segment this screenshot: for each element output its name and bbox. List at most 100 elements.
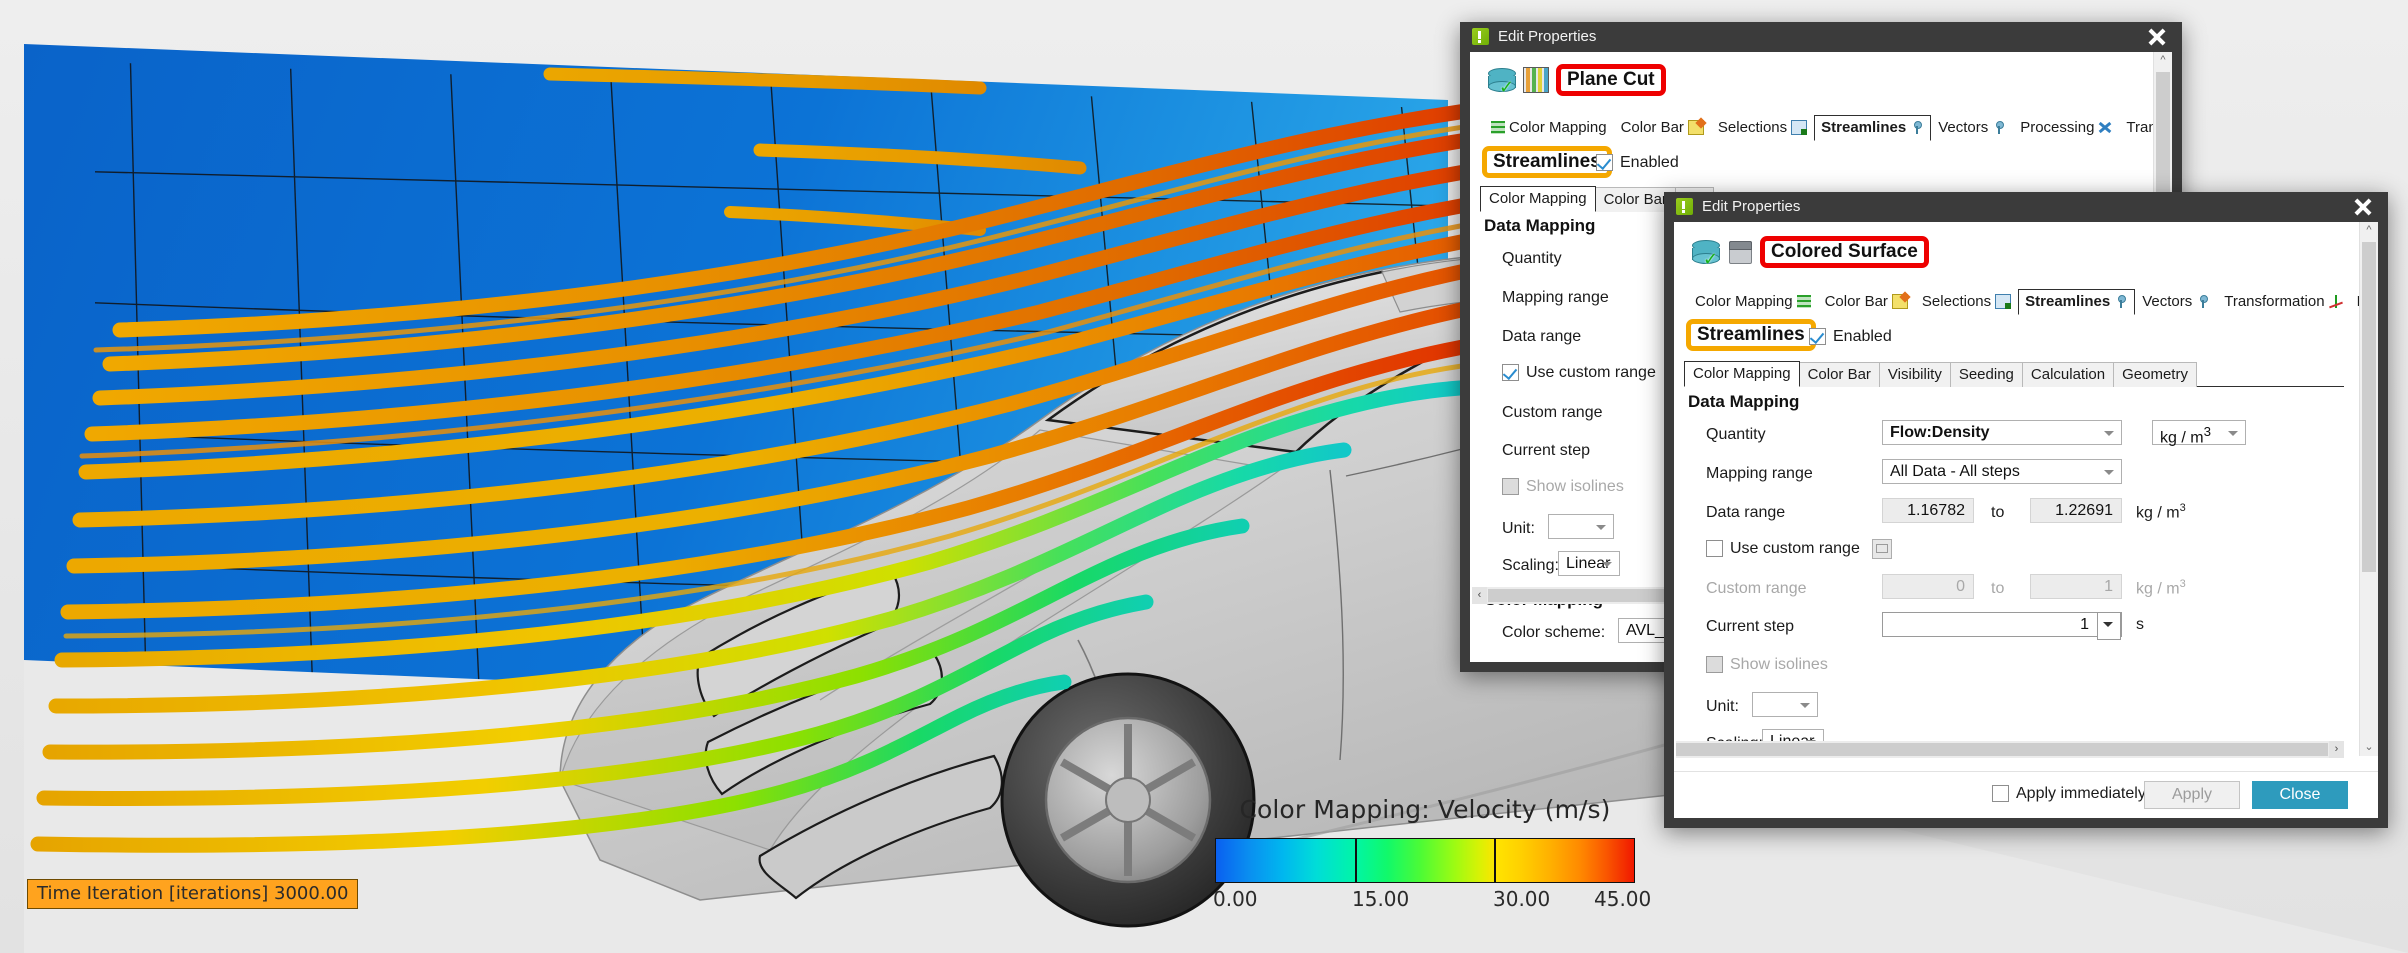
- dialog2-custom-range-to-label: to: [1991, 580, 2004, 598]
- dialog2-range-editor-button[interactable]: [1872, 539, 1892, 559]
- dialog1-scaling-combo[interactable]: Linear: [1558, 551, 1620, 576]
- dialog1-tabstrip[interactable]: Color Mapping Color Bar Selections Strea…: [1484, 114, 2144, 141]
- dialog1-tab-color-mapping[interactable]: Color Mapping: [1484, 115, 1614, 141]
- tab-label: Vectors: [1938, 119, 1988, 136]
- dialog2-subtab-color-mapping[interactable]: Color Mapping: [1684, 361, 1800, 387]
- legend-gradient: [1216, 839, 1634, 882]
- dialog2-use-custom-range-checkbox[interactable]: [1706, 540, 1723, 557]
- dialog2-data-range-unit: kg / m3: [2136, 502, 2186, 522]
- dialog2-quantity-unit: kg / m3: [2160, 424, 2211, 447]
- dialog2-mapping-range-value: All Data - All steps: [1890, 463, 2020, 481]
- dialog2-tab-color-mapping[interactable]: Color Mapping: [1688, 289, 1818, 315]
- dialog1-tab-vectors[interactable]: Vectors: [1931, 115, 2013, 141]
- dialog1-tab-processing[interactable]: Processing: [2013, 115, 2119, 141]
- dialog2-close-button[interactable]: Close: [2252, 781, 2348, 809]
- dialog2-use-custom-range-label: Use custom range: [1730, 540, 1860, 558]
- dialog1-titlebar[interactable]: Edit Properties: [1460, 22, 2182, 52]
- chevron-down-icon: [1800, 703, 1810, 708]
- dialog1-mapping-range-label: Mapping range: [1502, 289, 1609, 307]
- edit-properties-dialog-colored-surface[interactable]: Edit Properties ✓ Colored Surface Color …: [1664, 192, 2388, 828]
- value: 1.22691: [2055, 502, 2113, 520]
- dialog2-object-name: Colored Surface: [1765, 240, 1924, 263]
- dialog2-show-isolines-label: Show isolines: [1730, 656, 1828, 674]
- dialog2-current-step-spinner[interactable]: 1: [1882, 612, 2122, 637]
- tab-label: Selections: [1718, 119, 1787, 136]
- dialog1-streamlines-highlight: Streamlines: [1482, 146, 1612, 178]
- grid-icon: [1491, 121, 1505, 134]
- dialog2-tab-selections[interactable]: Selections: [1915, 289, 2018, 315]
- dialog2-tab-vectors[interactable]: Vectors: [2135, 289, 2217, 315]
- dialog1-show-isolines-checkbox[interactable]: [1502, 478, 1519, 495]
- plane-cut-name-highlight: Plane Cut: [1556, 64, 1666, 96]
- chevron-down-icon: [1596, 525, 1606, 530]
- dialog1-object-header: ✓ Plane Cut: [1488, 64, 1666, 96]
- volume-icon: ✓: [1692, 239, 1720, 265]
- tab-label: Transformation: [2224, 293, 2324, 310]
- dialog2-mapping-range-combo[interactable]: All Data - All steps: [1882, 459, 2122, 484]
- tab-label: Processing: [2020, 119, 2094, 136]
- dialog2-enabled-label: Enabled: [1833, 328, 1892, 346]
- dialog2-custom-range-from: 0: [1882, 574, 1974, 599]
- dialog2-tab-streamlines[interactable]: Streamlines: [2018, 289, 2135, 315]
- grid-icon: [1797, 295, 1811, 308]
- value: 1.16782: [1907, 502, 1965, 520]
- dialog1-data-range-label: Data range: [1502, 328, 1581, 346]
- dialog2-subtab-seeding[interactable]: Seeding: [1950, 362, 2023, 387]
- dialog2-vscrollbar[interactable]: ^ ⌄: [2359, 222, 2378, 756]
- dialog2-title: Edit Properties: [1702, 198, 1800, 215]
- dialog2-custom-range-to: 1: [2030, 574, 2122, 599]
- legend-tick-label-2: 30.00: [1493, 887, 1550, 911]
- dialog1-data-mapping-header: Data Mapping: [1484, 216, 1595, 236]
- app-icon: [1676, 198, 1693, 215]
- dialog1-tab-selections[interactable]: Selections: [1711, 115, 1814, 141]
- dialog2-apply-immediately-checkbox[interactable]: [1992, 785, 2009, 802]
- dialog1-quantity-label: Quantity: [1502, 250, 1562, 268]
- dialog2-unit-label: Unit:: [1706, 698, 1739, 716]
- dialog2-subtab-calculation[interactable]: Calculation: [2022, 362, 2114, 387]
- dialog2-section-label: Streamlines: [1691, 323, 1811, 346]
- dialog2-tab-color-bar[interactable]: Color Bar: [1818, 289, 1915, 315]
- legend-tick-1: [1355, 839, 1357, 882]
- dialog1-subtab-color-mapping[interactable]: Color Mapping: [1480, 186, 1596, 212]
- color-legend: Color Mapping: Velocity (m/s) 0.00 15.00…: [1195, 795, 1655, 905]
- dialog2-close-icon[interactable]: [2350, 194, 2376, 220]
- value: 1: [2104, 578, 2113, 596]
- dialog1-tab-color-bar[interactable]: Color Bar: [1614, 115, 1711, 141]
- dialog2-enabled-checkbox[interactable]: [1809, 328, 1826, 345]
- dialog2-subtab-geometry[interactable]: Geometry: [2113, 362, 2197, 387]
- dialog2-unit-combo[interactable]: [1752, 692, 1818, 717]
- dialog2-quantity-unit-combo[interactable]: kg / m3: [2152, 420, 2246, 445]
- chevron-down-icon: [2104, 470, 2114, 475]
- dialog1-enabled-checkbox[interactable]: [1596, 154, 1613, 171]
- dialog2-subtab-visibility[interactable]: Visibility: [1879, 362, 1951, 387]
- dialog1-title: Edit Properties: [1498, 28, 1596, 45]
- dialog1-scaling-label: Scaling:: [1502, 557, 1559, 575]
- dialog1-close-icon[interactable]: [2144, 24, 2170, 50]
- dialog2-current-step-unit: s: [2136, 616, 2144, 634]
- legend-bar: [1215, 838, 1635, 883]
- dialog2-tabstrip[interactable]: Color Mapping Color Bar Selections Strea…: [1688, 288, 2356, 315]
- tab-label: Color Mapping: [1509, 119, 1607, 136]
- dialog1-tab-streamlines[interactable]: Streamlines: [1814, 115, 1931, 141]
- dialog2-titlebar[interactable]: Edit Properties: [1664, 192, 2388, 222]
- dialog2-tab-transformation[interactable]: Transformation: [2217, 289, 2349, 315]
- dialog2-apply-immediately-label: Apply immediately: [2016, 785, 2146, 803]
- dialog1-unit-combo[interactable]: [1548, 514, 1614, 539]
- dialog2-show-isolines-checkbox[interactable]: [1706, 656, 1723, 673]
- spinner-button[interactable]: [2097, 612, 2121, 640]
- dialog2-data-range-to-label: to: [1991, 504, 2004, 522]
- dialog2-apply-button[interactable]: Apply: [2144, 781, 2240, 809]
- dialog2-footer: Apply immediately Apply Close: [1674, 771, 2378, 818]
- dialog2-subtab-color-bar[interactable]: Color Bar: [1799, 362, 1880, 387]
- chevron-down-icon: [2104, 431, 2114, 436]
- dialog2-subtabs[interactable]: Color Mapping Color Bar Visibility Seedi…: [1684, 360, 2344, 387]
- dialog1-use-custom-range-checkbox[interactable]: [1502, 364, 1519, 381]
- dialog2-quantity-combo[interactable]: Flow:Density: [1882, 420, 2122, 445]
- dialog1-enabled-label: Enabled: [1620, 154, 1679, 172]
- dialog2-hscrollbar[interactable]: ›: [1676, 741, 2344, 758]
- dialog2-quantity-label: Quantity: [1706, 426, 1766, 444]
- legend-tick-labels: 0.00 15.00 30.00 45.00: [1195, 887, 1655, 911]
- tab-label: Streamlines: [2025, 293, 2110, 310]
- dialog2-data-range-from: 1.16782: [1882, 498, 1974, 523]
- dialog2-quantity-value: Flow:Density: [1890, 424, 1990, 442]
